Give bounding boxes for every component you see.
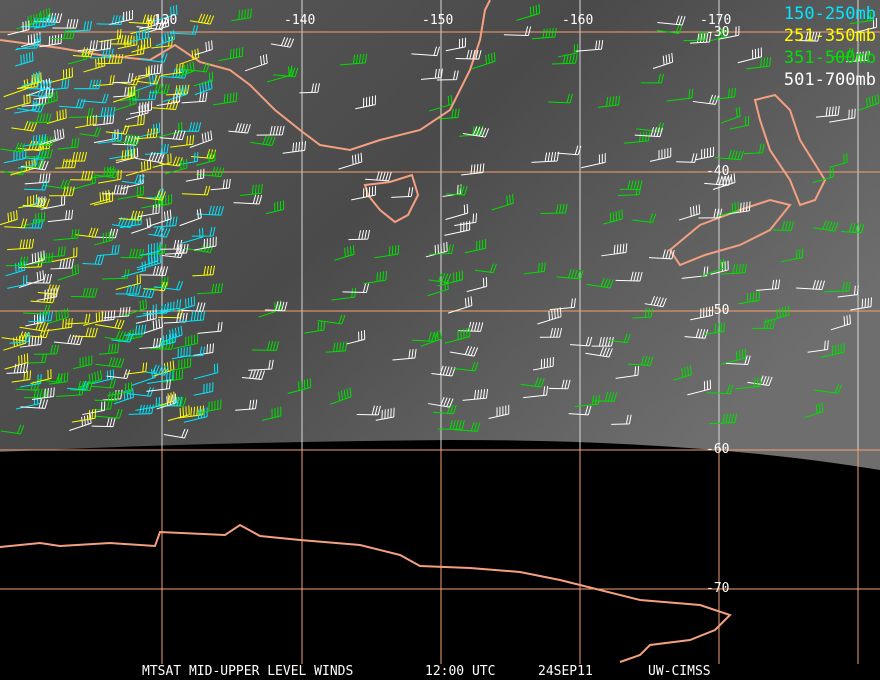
lat-label-30: -30 <box>706 25 730 40</box>
satellite-image <box>0 0 880 664</box>
legend-501-700mb: 501-700mb <box>783 70 876 90</box>
legend-351-500mb: 351-500mb <box>783 48 876 68</box>
lon-label-160: -160 <box>562 13 594 28</box>
legend-150-250mb: 150-250mb <box>783 4 876 24</box>
lon-label-150: -150 <box>422 13 454 28</box>
lon-label-140: -140 <box>284 13 316 28</box>
product-title: MTSAT MID-UPPER LEVEL WINDS <box>142 664 354 679</box>
antarctica-coast <box>0 523 732 663</box>
lat-label-60: -60 <box>706 442 730 457</box>
date-label: 24SEP11 <box>538 664 593 679</box>
lat-label-70: -70 <box>706 581 730 596</box>
wind-map: -130 -140 -150 -160 -170 -30 -40 -50 -60… <box>0 0 880 680</box>
satellite-coverage <box>0 0 880 470</box>
lat-label-40: -40 <box>706 164 730 179</box>
time-label: 12:00 UTC <box>425 664 496 679</box>
source-label: UW-CIMSS <box>648 664 711 679</box>
lon-label-130: -130 <box>146 13 178 28</box>
legend-251-350mb: 251-350mb <box>783 26 876 46</box>
lat-label-50: -50 <box>706 303 730 318</box>
